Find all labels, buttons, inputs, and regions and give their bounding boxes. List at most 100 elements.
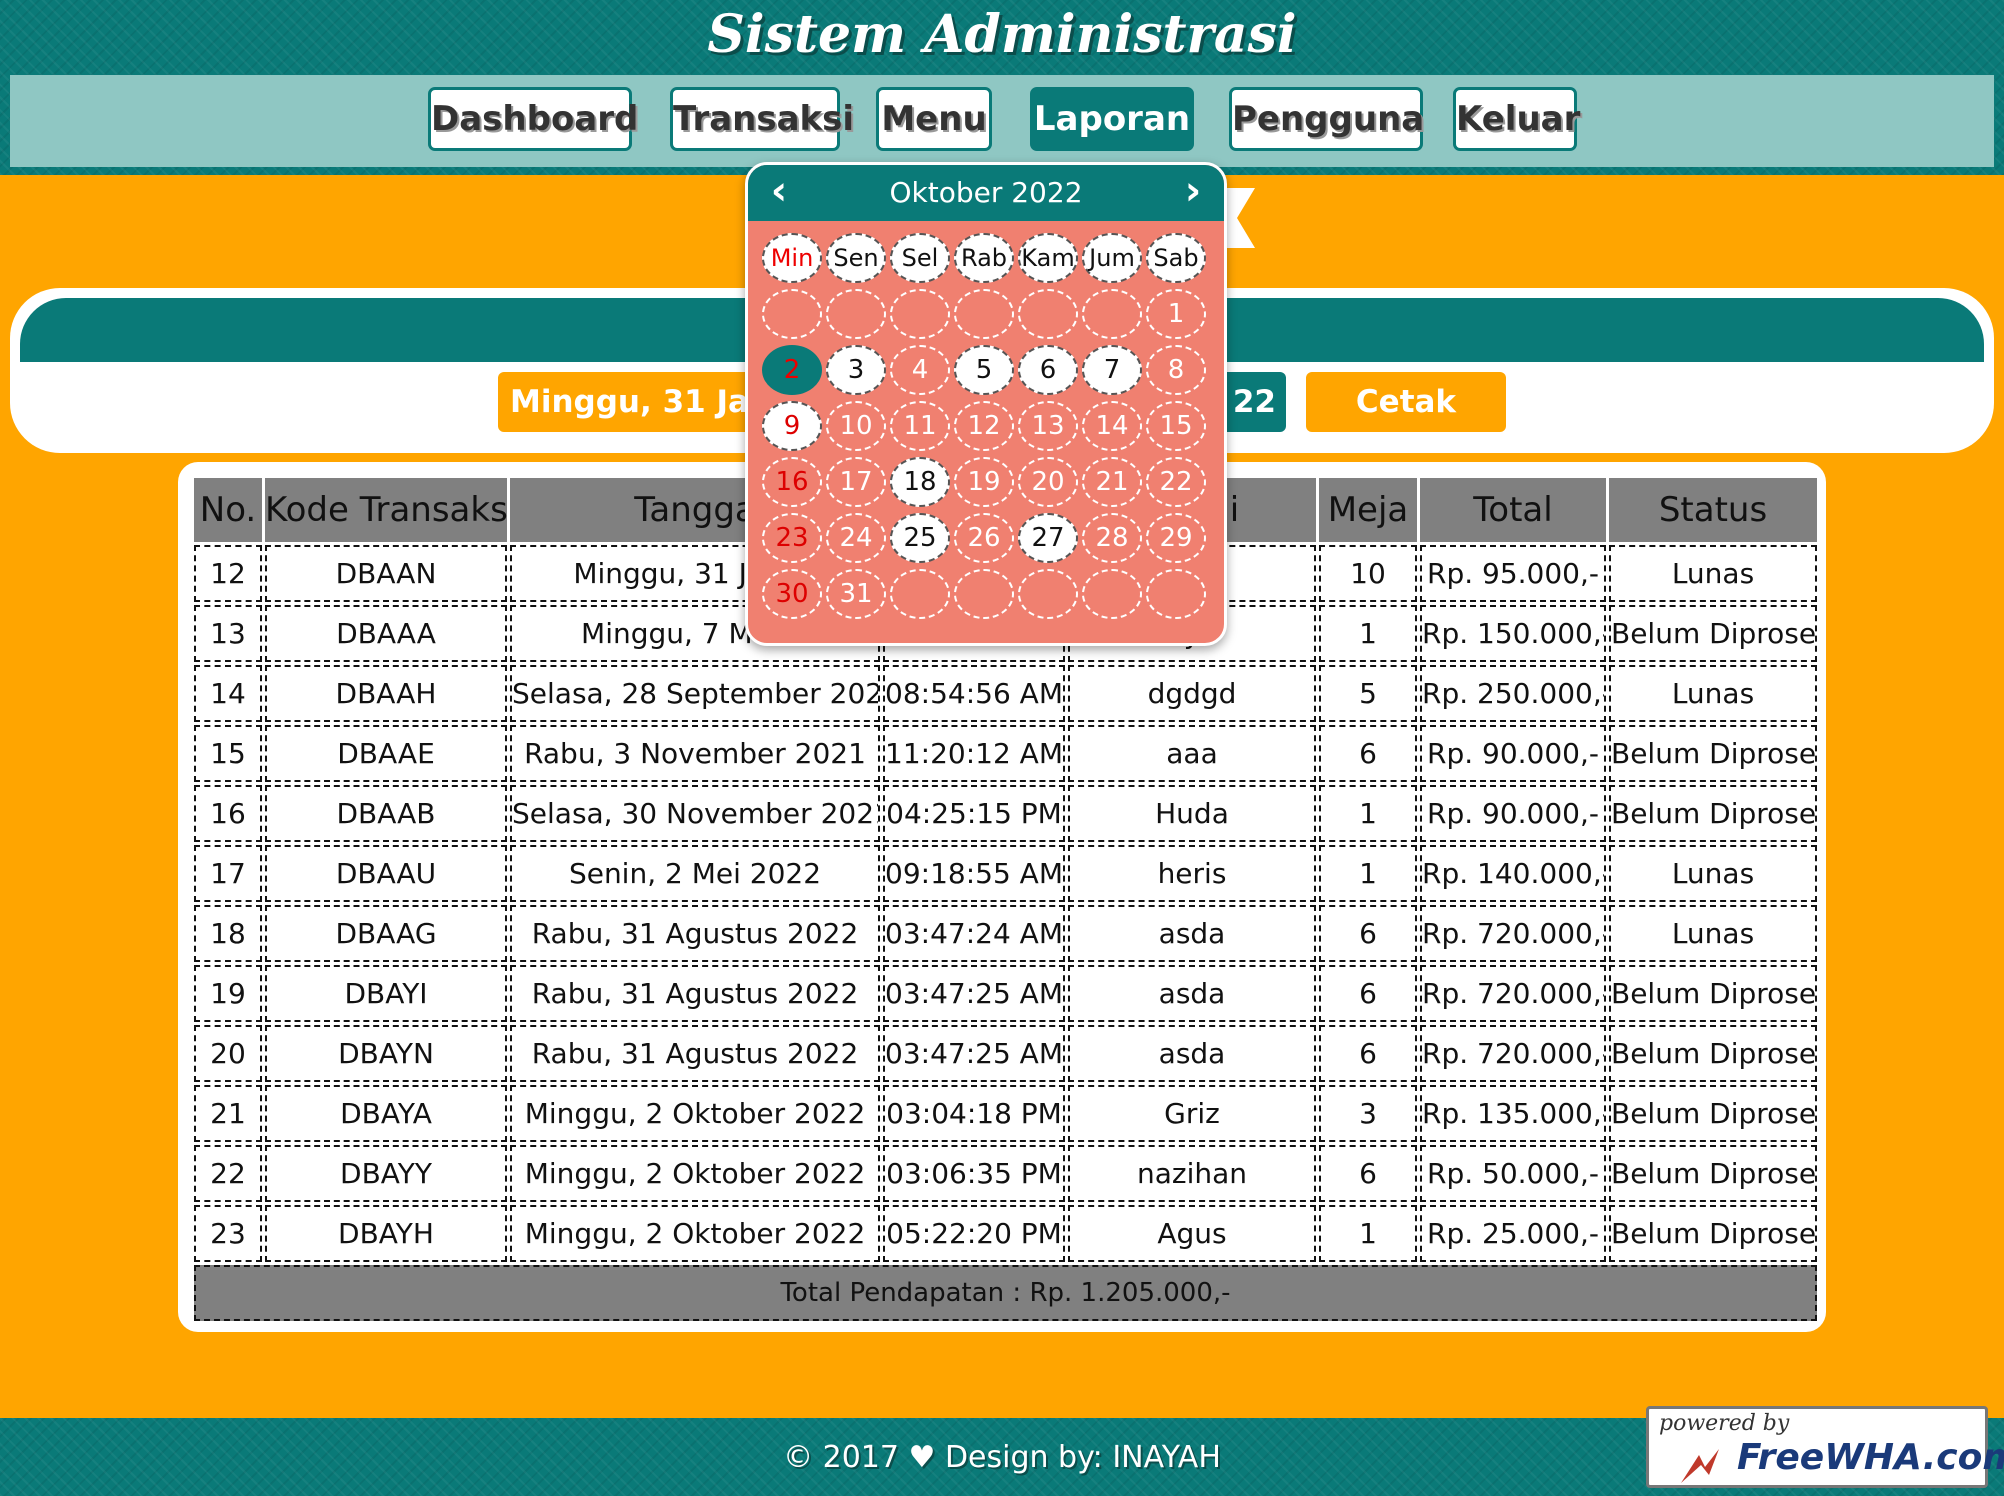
calendar-day[interactable]: 10 [826, 401, 886, 451]
nav-menu-button[interactable]: Menu [876, 87, 992, 151]
calendar-day[interactable]: 16 [762, 457, 822, 507]
cell-status: Belum Diproses [1609, 1145, 1817, 1202]
calendar-weekday-label: Sel [890, 233, 950, 283]
cell-kode: DBAYN [265, 1025, 507, 1082]
calendar-empty-cell [890, 569, 950, 619]
nav-keluar-button[interactable]: Keluar [1453, 87, 1580, 151]
cell-no: 20 [194, 1025, 262, 1082]
cell-no: 23 [194, 1205, 262, 1262]
cell-tanggal: Minggu, 2 Oktober 2022 [510, 1085, 880, 1142]
cell-kode: DBAYY [265, 1145, 507, 1202]
main-nav: Dashboard Transaksi Menu Laporan Penggun… [10, 75, 1994, 167]
calendar-day[interactable]: 29 [1146, 513, 1206, 563]
nav-dashboard-button[interactable]: Dashboard [428, 87, 638, 151]
calendar-day[interactable]: 27 [1018, 513, 1078, 563]
chevron-right-icon[interactable]: › [1168, 165, 1218, 221]
cell-total: Rp. 50.000,- [1420, 1145, 1606, 1202]
calendar-day[interactable]: 31 [826, 569, 886, 619]
cell-status: Lunas [1609, 905, 1817, 962]
calendar-day[interactable]: 9 [762, 401, 822, 451]
cell-total: Rp. 250.000,- [1420, 665, 1606, 722]
cell-pembeli: asda [1068, 905, 1316, 962]
calendar-day[interactable]: 19 [954, 457, 1014, 507]
cell-meja: 1 [1319, 1205, 1417, 1262]
calendar-empty-cell [1146, 569, 1206, 619]
cell-no: 17 [194, 845, 262, 902]
calendar-day[interactable]: 28 [1082, 513, 1142, 563]
calendar-month-title[interactable]: Oktober 2022 [748, 165, 1224, 221]
table-row: 16 DBAAB Selasa, 30 November 2021 04:25:15 … [194, 785, 1817, 842]
cell-no: 13 [194, 605, 262, 662]
calendar-day[interactable]: 7 [1082, 345, 1142, 395]
cell-total: Rp. 90.000,- [1420, 785, 1606, 842]
cell-meja: 6 [1319, 905, 1417, 962]
cell-total: Rp. 95.000,- [1420, 545, 1606, 602]
chevron-left-icon[interactable]: ‹ [754, 165, 804, 221]
nav-transaksi-button[interactable]: Transaksi [670, 87, 854, 151]
calendar-day[interactable]: 23 [762, 513, 822, 563]
cell-no: 14 [194, 665, 262, 722]
cell-total: Rp. 720.000,- [1420, 905, 1606, 962]
calendar-empty-cell [954, 569, 1014, 619]
cell-total: Rp. 720.000,- [1420, 1025, 1606, 1082]
calendar-empty-cell [1018, 289, 1078, 339]
calendar-day[interactable]: 1 [1146, 289, 1206, 339]
calendar-day[interactable]: 30 [762, 569, 822, 619]
cell-kode: DBAAU [265, 845, 507, 902]
powered-by-badge[interactable]: powered by FreeWHA.com [1646, 1406, 2004, 1488]
calendar-day[interactable]: 22 [1146, 457, 1206, 507]
calendar-weekday-label: Sen [826, 233, 886, 283]
calendar-empty-cell [954, 289, 1014, 339]
table-row: 21 DBAYA Minggu, 2 Oktober 2022 03:04:18 PM… [194, 1085, 1817, 1142]
calendar-day[interactable]: 17 [826, 457, 886, 507]
cell-pembeli: Huda [1068, 785, 1316, 842]
nav-laporan-button[interactable]: Laporan [1030, 87, 1194, 151]
cell-tanggal: Rabu, 3 November 2021 [510, 725, 880, 782]
calendar-day[interactable]: 12 [954, 401, 1014, 451]
cell-no: 12 [194, 545, 262, 602]
calendar-day[interactable]: 24 [826, 513, 886, 563]
column-header-no: No. [194, 478, 262, 542]
calendar-day[interactable]: 11 [890, 401, 950, 451]
cell-tanggal: Minggu, 2 Oktober 2022 [510, 1145, 880, 1202]
total-revenue: Total Pendapatan : Rp. 1.205.000,- [194, 1265, 1817, 1321]
calendar-empty-cell [762, 289, 822, 339]
cell-meja: 3 [1319, 1085, 1417, 1142]
table-row: 22 DBAYY Minggu, 2 Oktober 2022 03:06:35 PM… [194, 1145, 1817, 1202]
calendar-day[interactable]: 26 [954, 513, 1014, 563]
calendar-day[interactable]: 25 [890, 513, 950, 563]
calendar-day[interactable]: 20 [1018, 457, 1078, 507]
cell-waktu: 03:47:25 AM [883, 965, 1065, 1022]
cell-waktu: 11:20:12 AM [883, 725, 1065, 782]
calendar-day[interactable]: 2 [762, 345, 822, 395]
start-date-input[interactable]: Minggu, 31 Janu [498, 372, 760, 432]
calendar-day[interactable]: 21 [1082, 457, 1142, 507]
calendar-empty-cell [1082, 569, 1142, 619]
calendar-day[interactable]: 3 [826, 345, 886, 395]
print-button[interactable]: Cetak [1306, 372, 1506, 432]
calendar-day[interactable]: 18 [890, 457, 950, 507]
cell-status: Belum Diproses [1609, 965, 1817, 1022]
cell-kode: DBAAG [265, 905, 507, 962]
calendar-day[interactable]: 15 [1146, 401, 1206, 451]
cell-total: Rp. 150.000,- [1420, 605, 1606, 662]
nav-pengguna-button[interactable]: Pengguna [1229, 87, 1424, 151]
cell-waktu: 03:47:24 AM [883, 905, 1065, 962]
cell-no: 16 [194, 785, 262, 842]
calendar-day[interactable]: 14 [1082, 401, 1142, 451]
column-header-total: Total [1420, 478, 1606, 542]
calendar-weekday-label: Rab [954, 233, 1014, 283]
cell-tanggal: Selasa, 28 September 2021 [510, 665, 880, 722]
cell-meja: 5 [1319, 665, 1417, 722]
calendar-day[interactable]: 6 [1018, 345, 1078, 395]
cell-pembeli: asda [1068, 965, 1316, 1022]
calendar-weekday-label: Kam [1018, 233, 1078, 283]
calendar-day[interactable]: 4 [890, 345, 950, 395]
cell-meja: 1 [1319, 785, 1417, 842]
calendar-day[interactable]: 5 [954, 345, 1014, 395]
calendar-day[interactable]: 8 [1146, 345, 1206, 395]
site-header: Sistem Administrasi Dashboard Transaksi … [0, 0, 2004, 175]
table-row: 18 DBAAG Rabu, 31 Agustus 2022 03:47:24 AM a… [194, 905, 1817, 962]
calendar-day[interactable]: 13 [1018, 401, 1078, 451]
cell-kode: DBAYA [265, 1085, 507, 1142]
